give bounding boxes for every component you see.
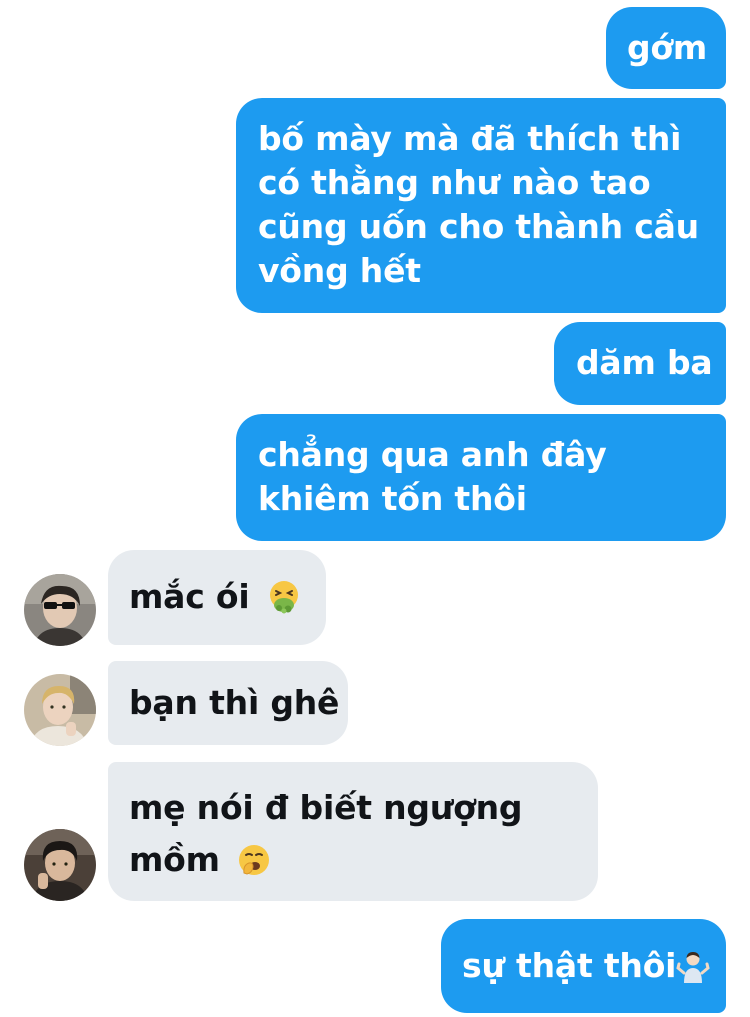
message-text: chẳng qua anh đây xyxy=(258,435,607,474)
message-text: khiêm tốn thôi xyxy=(258,479,527,518)
person-shrugging-icon xyxy=(676,949,710,983)
message-bubble-incoming[interactable]: mẹ nói đ biết ngượng mồm xyxy=(108,762,598,901)
message-bubble-outgoing[interactable]: gớm xyxy=(606,7,726,89)
message-text: cũng uốn cho thành cầu xyxy=(258,207,699,246)
message-text: có thằng như nào tao xyxy=(258,163,651,202)
message-text: bố mày mà đã thích thì xyxy=(258,119,682,158)
message-bubble-outgoing[interactable]: dăm ba xyxy=(554,322,726,405)
sender-avatar[interactable] xyxy=(24,829,96,901)
yawning-face-icon xyxy=(237,840,271,875)
message-text: mắc ói xyxy=(129,577,250,616)
message-text: mồm xyxy=(129,840,220,879)
message-bubble-incoming[interactable]: bạn thì ghê xyxy=(108,661,348,745)
message-text: gớm xyxy=(627,28,708,67)
message-text: sự thật thôi xyxy=(462,946,677,985)
message-text: dăm ba xyxy=(576,343,713,382)
message-bubble-outgoing[interactable]: chẳng qua anh đây khiêm tốn thôi xyxy=(236,414,726,541)
sender-avatar[interactable] xyxy=(24,674,96,746)
vomiting-face-icon xyxy=(267,580,301,614)
message-bubble-outgoing[interactable]: bố mày mà đã thích thì có thằng như nào … xyxy=(236,98,726,313)
message-bubble-outgoing[interactable]: sự thật thôi xyxy=(441,919,726,1013)
message-text: bạn thì ghê xyxy=(129,683,340,722)
message-text: vồng hết xyxy=(258,251,421,290)
sender-avatar[interactable] xyxy=(24,574,96,646)
message-text: mẹ nói đ biết ngượng xyxy=(129,788,523,827)
message-bubble-incoming[interactable]: mắc ói xyxy=(108,550,326,645)
